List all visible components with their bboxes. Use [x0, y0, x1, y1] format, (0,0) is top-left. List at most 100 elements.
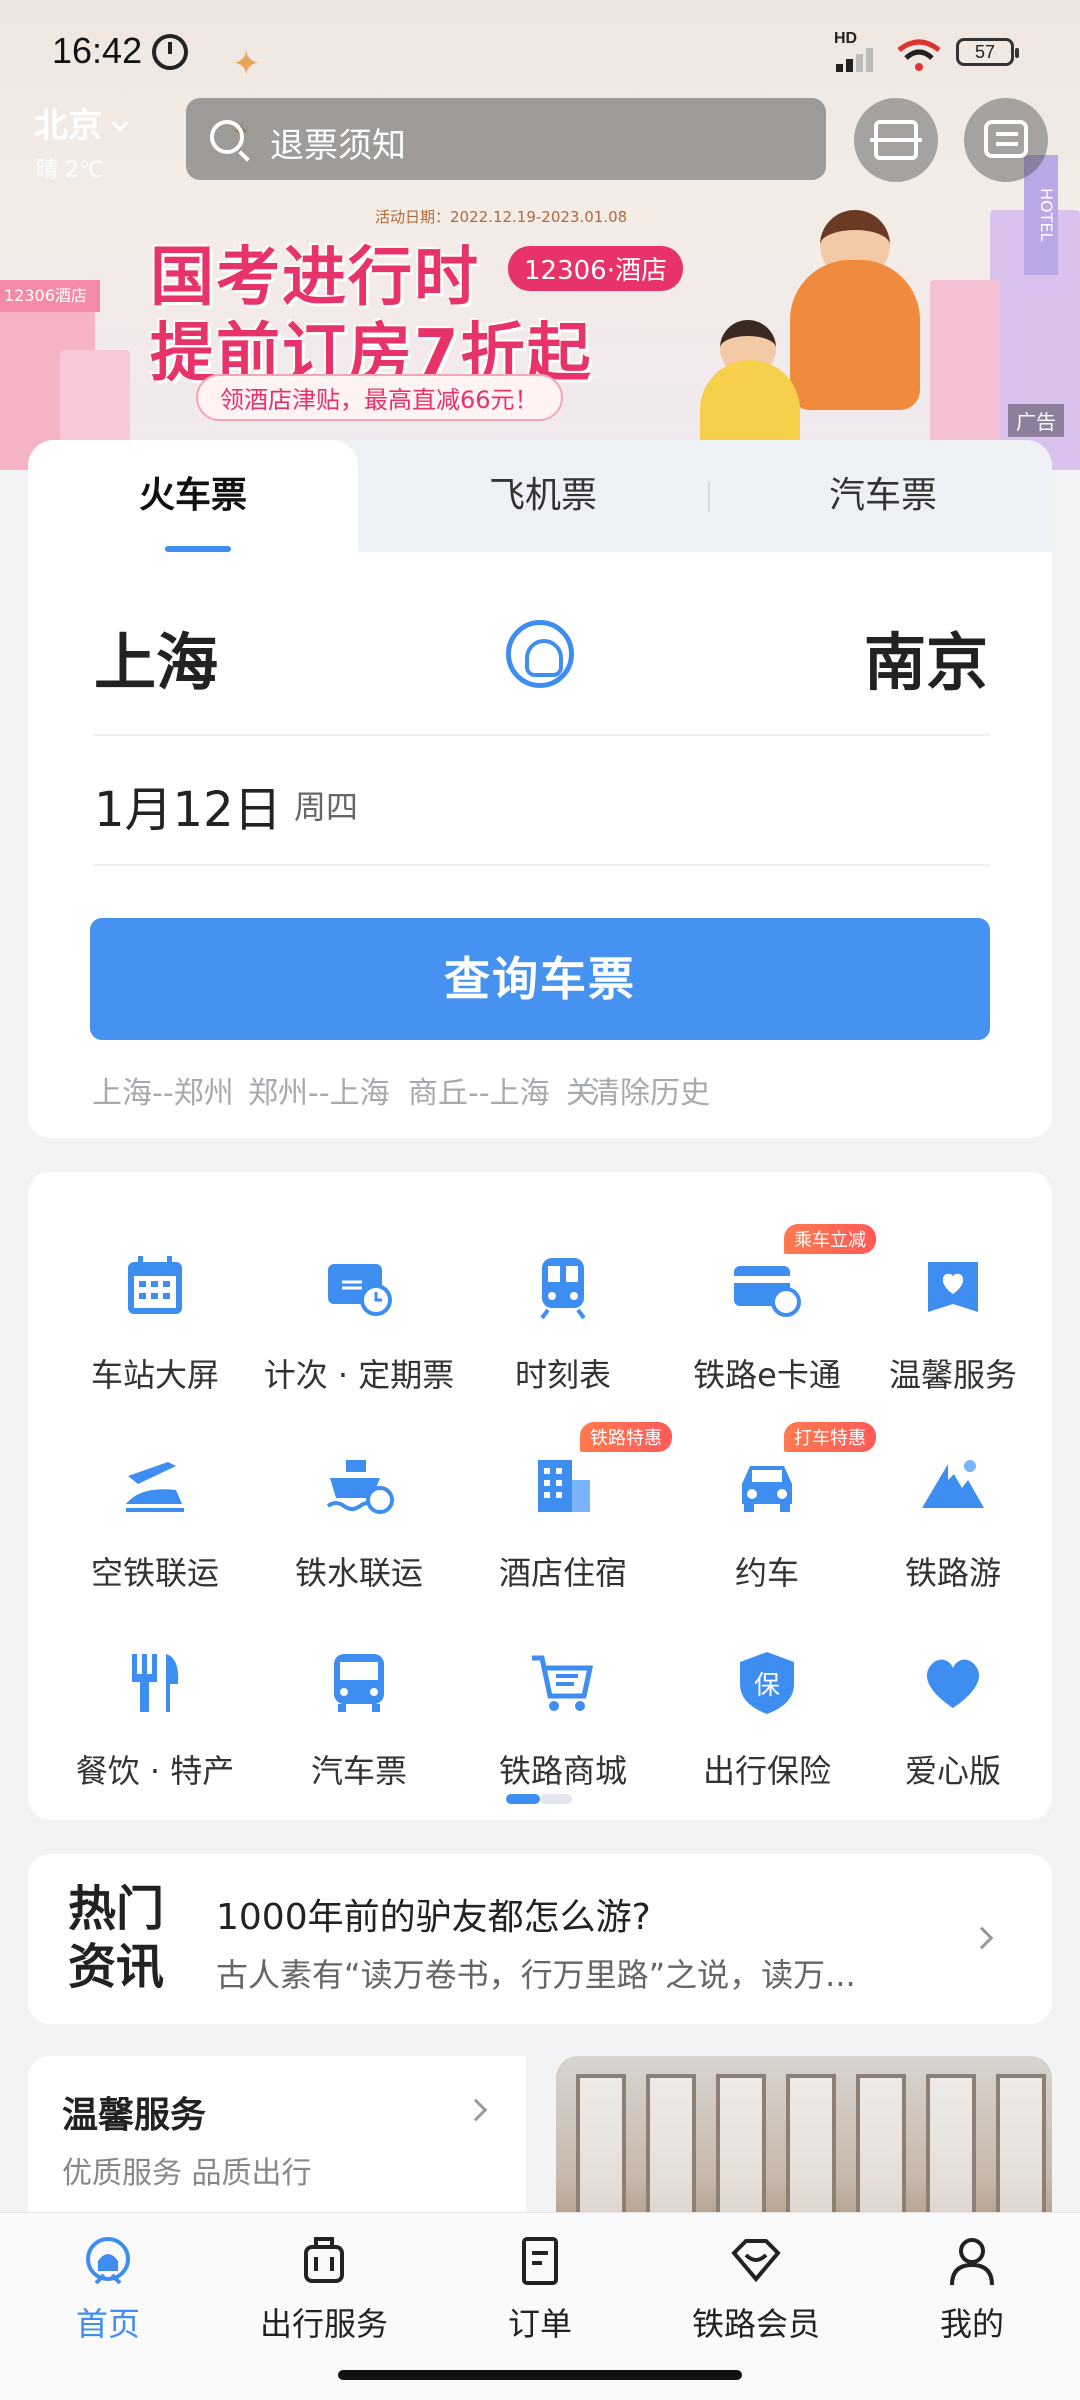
news-summary: 古人素有“读万卷书，行万里路”之说，读万...: [216, 1956, 856, 1994]
nav-profile[interactable]: 我的: [864, 2233, 1080, 2343]
search-history: 上海--郑州 郑州--上海 商丘--上海 关 清除历史: [92, 1068, 992, 1112]
nav-orders[interactable]: 订单: [432, 2233, 648, 2343]
tab-divider: [708, 482, 710, 512]
train-icon: [540, 1258, 586, 1320]
clear-history-button[interactable]: 清除历史: [590, 1068, 710, 1112]
service-station-screen[interactable]: 车站大屏: [50, 1200, 260, 1394]
service-label: 车站大屏: [90, 1356, 219, 1394]
ad-date: 活动日期：2022.12.19-2023.01.08: [375, 208, 628, 226]
tab-flight-ticket[interactable]: 飞机票: [378, 440, 708, 552]
weather-info: 晴 2℃: [36, 158, 104, 183]
departure-city[interactable]: 上海: [94, 612, 218, 702]
service-warm-service[interactable]: 温馨服务: [848, 1200, 1058, 1394]
news-logo-line2: 资讯: [68, 1939, 165, 1995]
swap-stations-icon[interactable]: [506, 620, 574, 688]
nav-member[interactable]: 铁路会员: [648, 2233, 864, 2343]
fork-knife-icon: [132, 1654, 179, 1712]
hotel-icon: [538, 1460, 590, 1512]
hotel-sign: 12306酒店: [0, 280, 100, 312]
status-time: 16:42: [52, 30, 143, 71]
chevron-down-icon: [111, 114, 129, 132]
cart-icon: [532, 1655, 594, 1711]
history-item[interactable]: 商丘--上海: [408, 1068, 550, 1112]
service-food[interactable]: 餐饮 · 特产: [50, 1596, 260, 1790]
hot-news-card[interactable]: 热门 资讯 1000年前的驴友都怎么游? 古人素有“读万卷书，行万里路”之说，读…: [28, 1854, 1052, 2024]
luggage-icon: [304, 2237, 344, 2283]
nav-label: 我的: [939, 2305, 1004, 2343]
divider: [94, 864, 990, 866]
nav-travel-service[interactable]: 出行服务: [216, 2233, 432, 2343]
calendar-icon: [128, 1256, 182, 1314]
page-dot: [540, 1794, 572, 1804]
service-label: 出行保险: [702, 1752, 831, 1790]
ticket-clock-icon: [328, 1264, 392, 1316]
service-label: 铁水联运: [294, 1554, 423, 1592]
chevron-right-icon: [970, 1926, 994, 1950]
love-icon: [926, 1659, 980, 1708]
service-car[interactable]: 打车特惠 约车: [662, 1398, 876, 1592]
card-icon: [734, 1266, 801, 1317]
home-indicator[interactable]: [338, 2370, 742, 2380]
service-label: 铁路游: [904, 1554, 1001, 1592]
service-bus-ticket[interactable]: 汽车票: [254, 1596, 464, 1790]
home-icon: [86, 2237, 130, 2285]
message-icon: [984, 120, 1028, 158]
hot-news-logo: 热门 资讯: [68, 1880, 178, 1996]
search-placeholder: 退票须知: [270, 126, 406, 166]
shield-icon: 保: [740, 1652, 794, 1714]
tab-train-ticket[interactable]: 火车票: [28, 440, 358, 552]
service-label: 爱心版: [904, 1752, 1001, 1790]
service-rail-tour[interactable]: 铁路游: [848, 1398, 1058, 1592]
mountain-icon: [922, 1460, 984, 1508]
scan-icon: [870, 120, 922, 160]
warm-service-title: 温馨服务: [62, 2095, 207, 2136]
promo-badge: 铁路特惠: [580, 1422, 672, 1452]
profile-icon: [950, 2238, 994, 2286]
service-label: 时刻表: [514, 1356, 611, 1394]
service-timetable[interactable]: 时刻表: [458, 1200, 668, 1394]
plane-train-icon: [126, 1462, 184, 1512]
city-selector[interactable]: 北京: [34, 98, 129, 147]
tab-bus-ticket[interactable]: 汽车票: [718, 440, 1048, 552]
ad-illustration: [680, 210, 980, 470]
history-item[interactable]: 郑州--上海: [248, 1068, 390, 1112]
service-label: 铁路e卡通: [693, 1356, 841, 1394]
status-bar: 16:42 HD 57: [0, 0, 1080, 100]
chevron-right-icon: [464, 2098, 488, 2122]
service-insurance[interactable]: 保 出行保险: [662, 1596, 872, 1790]
service-e-card[interactable]: 乘车立减 铁路e卡通: [662, 1200, 876, 1394]
service-count-ticket[interactable]: 计次 · 定期票: [254, 1200, 464, 1394]
warm-service-subtitle: 优质服务 品质出行: [62, 2156, 312, 2191]
service-mall[interactable]: 铁路商城: [458, 1596, 668, 1790]
service-hotel[interactable]: 铁路特惠 酒店住宿: [458, 1398, 672, 1592]
arrival-city[interactable]: 南京: [864, 612, 988, 702]
service-love-edition[interactable]: 爱心版: [848, 1596, 1058, 1790]
ad-tag: 广告: [1008, 404, 1064, 437]
page-dot-active: [506, 1794, 540, 1804]
search-icon: [210, 120, 244, 154]
service-label: 铁路商城: [498, 1752, 627, 1790]
history-item[interactable]: 上海--郑州: [92, 1068, 234, 1112]
tab-label: 飞机票: [488, 475, 597, 516]
query-tickets-button[interactable]: 查询车票: [90, 918, 990, 1040]
nav-label: 铁路会员: [691, 2305, 820, 2343]
search-input[interactable]: 退票须知: [186, 98, 826, 180]
departure-date[interactable]: 1月12日: [94, 770, 282, 840]
message-button[interactable]: [964, 98, 1048, 182]
nav-home[interactable]: 首页: [0, 2233, 216, 2343]
ticket-type-tabs: 火车票 飞机票 汽车票: [28, 440, 1052, 552]
scan-button[interactable]: [854, 98, 938, 182]
wifi-icon: [897, 39, 941, 71]
member-icon: [731, 2239, 781, 2283]
network-label: HD: [834, 30, 858, 47]
car-icon: [742, 1466, 792, 1512]
service-rail-water[interactable]: 铁水联运: [254, 1398, 464, 1592]
tab-label: 汽车票: [828, 475, 937, 516]
departure-weekday: 周四: [294, 788, 359, 826]
service-grid: 车站大屏 计次 · 定期票 时刻表 乘车立减 铁路e卡通 温馨服务 空铁联运 铁…: [28, 1172, 1052, 1820]
service-air-rail[interactable]: 空铁联运: [50, 1398, 260, 1592]
alarm-icon: [152, 34, 188, 70]
service-label: 约车: [734, 1554, 799, 1592]
ad-badge: 12306·酒店: [508, 246, 683, 291]
ad-offer-pill: 领酒店津贴，最高直减66元！: [196, 374, 563, 421]
